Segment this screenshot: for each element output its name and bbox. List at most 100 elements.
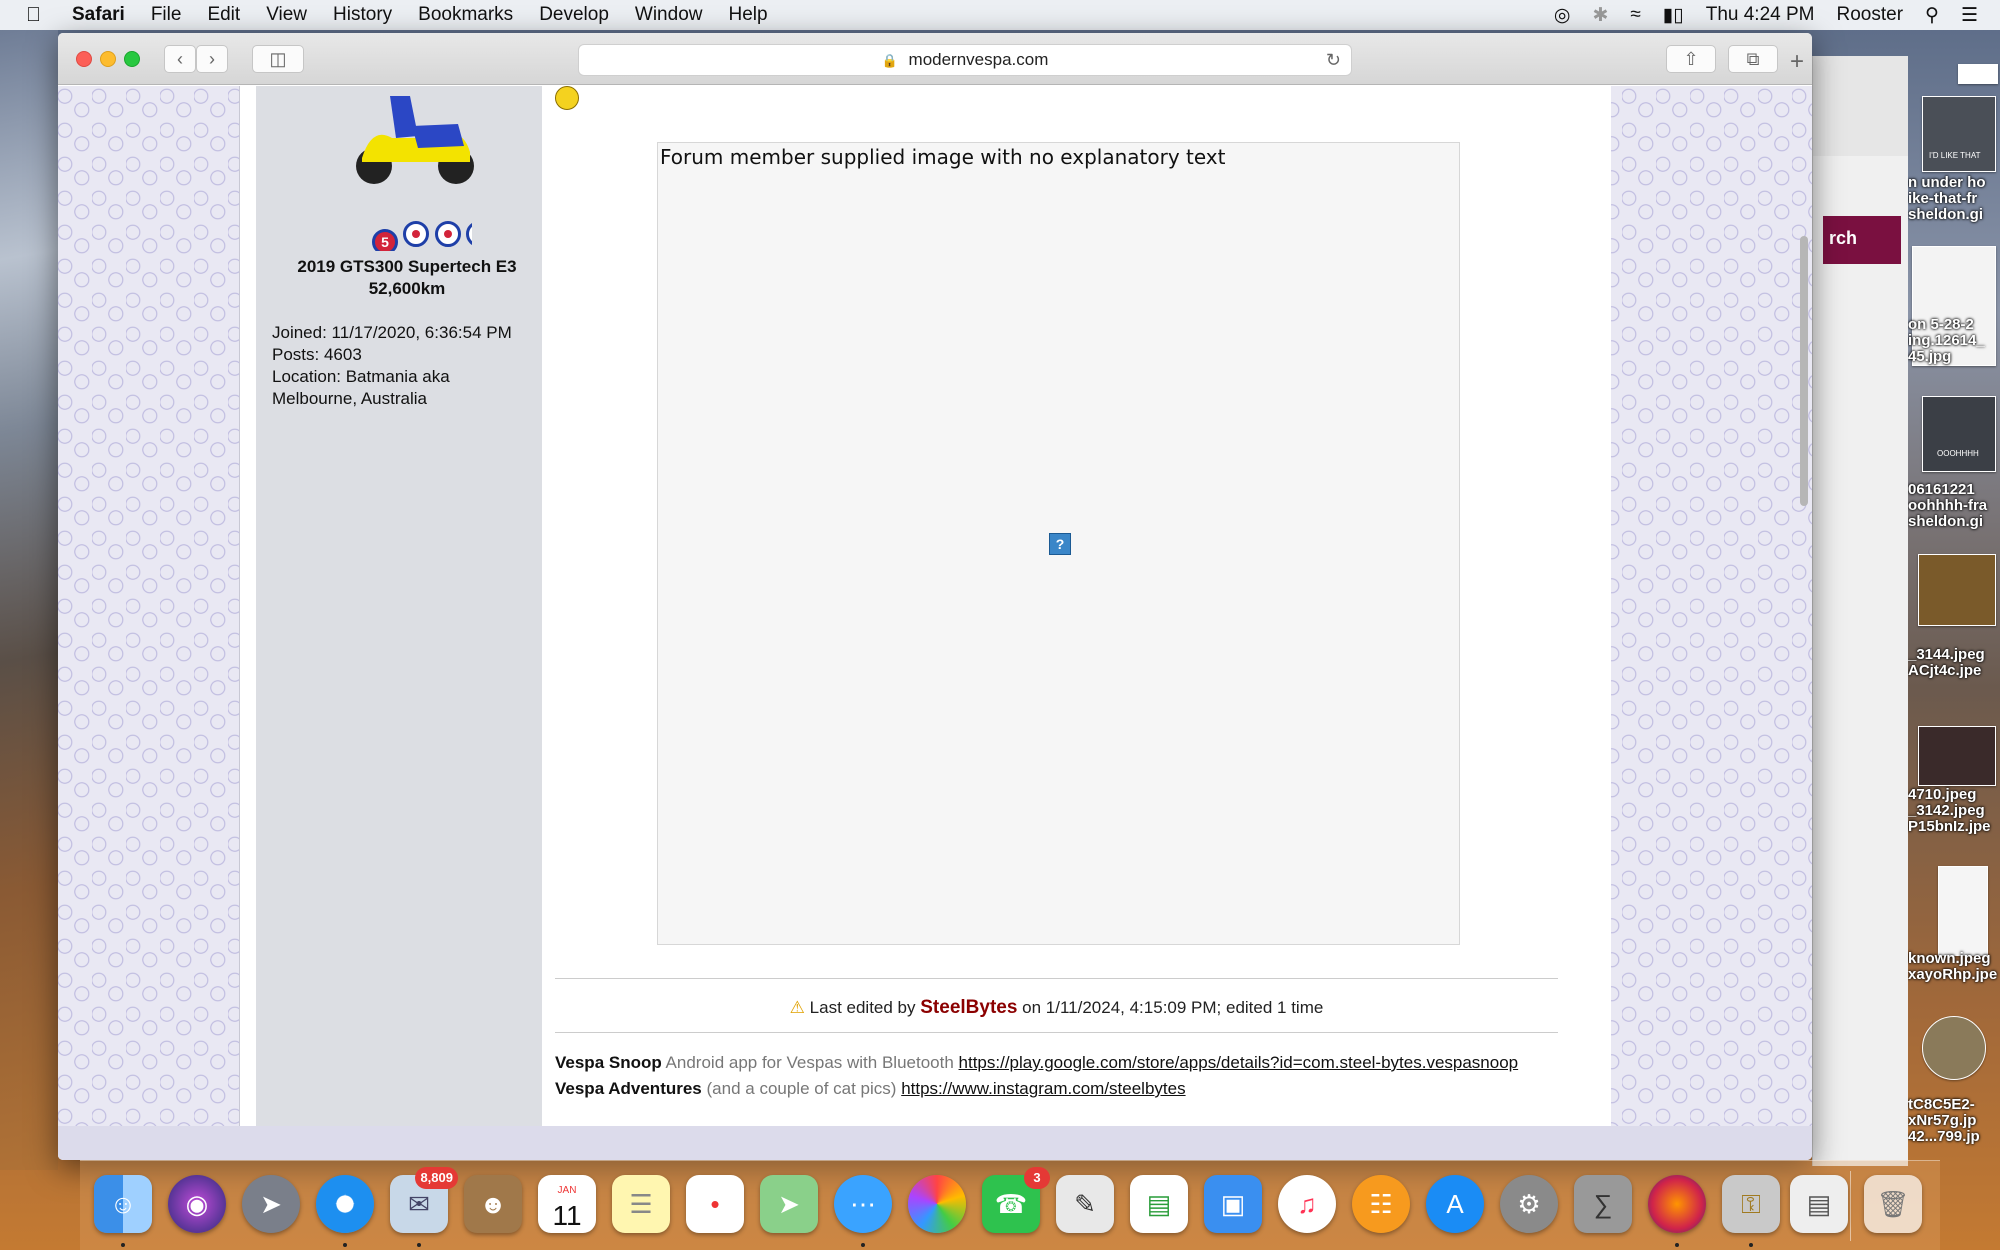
mail-icon[interactable]: ✉ 8,809 (390, 1167, 458, 1233)
reload-icon[interactable]: ↻ (1326, 45, 1341, 75)
share-button[interactable]: ⇧ (1666, 45, 1716, 73)
page-footer-band (58, 1126, 1812, 1160)
contacts-icon[interactable]: ☻ (464, 1175, 522, 1233)
reminders-icon[interactable]: • (686, 1175, 744, 1233)
calendar-icon[interactable]: JAN 11 (538, 1175, 596, 1233)
post-count: Posts: 4603 (272, 345, 362, 364)
address-bar[interactable]: 🔒 modernvespa.com ↻ (578, 44, 1352, 76)
file-label[interactable]: 06161221 (1908, 481, 1975, 498)
forward-button[interactable]: › (196, 45, 228, 73)
battery-icon[interactable]: ▮▯ (1663, 4, 1684, 27)
apple-menu-icon[interactable]:  (26, 4, 50, 27)
creative-cloud-icon[interactable]: ◎ (1554, 4, 1571, 27)
recent-document-icon[interactable]: ▤ (1790, 1175, 1848, 1233)
menu-app-name[interactable]: Safari (72, 4, 125, 26)
running-indicator (121, 1243, 125, 1247)
page-viewport[interactable]: 5 2019 GTS300 Supertech E3 52,600km Join… (58, 86, 1812, 1160)
menu-develop[interactable]: Develop (539, 4, 609, 26)
keynote-icon[interactable]: ▣ (1204, 1175, 1262, 1233)
file-label[interactable]: sheldon.gi (1908, 513, 1983, 530)
background-search-button[interactable]: rch (1823, 216, 1901, 264)
file-label[interactable]: _3144.jpeg (1908, 646, 1985, 663)
sidebar-toggle-button[interactable]: ◫ (252, 45, 304, 73)
file-thumbnail[interactable] (1922, 1016, 1986, 1080)
tabs-overview-button[interactable]: ⧉ (1728, 45, 1778, 73)
vertical-scrollbar[interactable] (1800, 236, 1808, 506)
poster-sidebar: 5 2019 GTS300 Supertech E3 52,600km Join… (240, 86, 542, 1160)
menu-bookmarks[interactable]: Bookmarks (418, 4, 513, 26)
wifi-icon[interactable]: ≈ (1630, 4, 1640, 26)
file-thumbnail[interactable] (1918, 554, 1996, 626)
file-label[interactable]: _3142.jpeg (1908, 802, 1985, 819)
keychain-access-icon[interactable]: ⚿ (1722, 1175, 1780, 1233)
file-thumbnail[interactable] (1938, 866, 1988, 956)
menu-clock[interactable]: Thu 4:24 PM (1706, 4, 1815, 26)
numbers-icon[interactable]: ▤ (1130, 1175, 1188, 1233)
menu-file[interactable]: File (151, 4, 182, 26)
file-thumbnail[interactable]: I'D LIKE THAT (1922, 96, 1996, 172)
file-label[interactable]: n under ho (1908, 174, 1986, 191)
broken-image[interactable]: Forum member supplied image with no expl… (657, 142, 1460, 945)
app-store-icon[interactable]: A (1426, 1175, 1484, 1233)
calculator-icon[interactable]: ∑ (1574, 1175, 1632, 1233)
messages-icon[interactable]: ⋯ (834, 1175, 892, 1233)
zoom-window-button[interactable] (124, 51, 140, 67)
emoji-icon (555, 86, 579, 110)
edited-suffix: on 1/11/2024, 4:15:09 PM; edited 1 time (1022, 998, 1324, 1017)
launchpad-icon[interactable]: ➤ (242, 1175, 300, 1233)
itunes-icon[interactable]: ♫ (1278, 1175, 1336, 1233)
scooter-avatar[interactable] (352, 86, 478, 190)
system-preferences-icon[interactable]: ⚙ (1500, 1175, 1558, 1233)
safari-icon[interactable]: ✦ (316, 1175, 374, 1233)
file-thumbnail[interactable] (1918, 726, 1996, 786)
file-label[interactable]: tC8C5E2- (1908, 1096, 1975, 1113)
file-label[interactable]: sheldon.gi (1908, 206, 1983, 223)
menu-window[interactable]: Window (635, 4, 703, 26)
file-label[interactable]: ike-that-fr (1908, 190, 1977, 207)
maps-icon[interactable]: ➤ (760, 1175, 818, 1233)
pages-icon[interactable]: ✎ (1056, 1175, 1114, 1233)
dock-separator (1850, 1171, 1851, 1241)
new-tab-button[interactable]: + (1782, 49, 1812, 79)
notes-icon[interactable]: ☰ (612, 1175, 670, 1233)
file-label[interactable]: xNr57g.jp (1908, 1112, 1976, 1129)
notification-center-icon[interactable]: ☰ (1961, 4, 1978, 27)
facetime-icon[interactable]: ☎ 3 (982, 1167, 1050, 1233)
trash-icon[interactable]: 🗑 (1864, 1175, 1922, 1233)
minimize-window-button[interactable] (100, 51, 116, 67)
file-label[interactable]: xayoRhp.jpe (1908, 966, 1997, 983)
rank-badge (403, 221, 430, 247)
menu-history[interactable]: History (333, 4, 392, 26)
background-window[interactable]: rch (1812, 56, 1908, 1166)
close-window-button[interactable] (76, 51, 92, 67)
menu-edit[interactable]: Edit (207, 4, 240, 26)
file-label[interactable]: 4710.jpeg (1908, 786, 1976, 803)
spotlight-search-icon[interactable]: ⚲ (1925, 4, 1939, 27)
file-label[interactable]: on 5-28-2 (1908, 316, 1974, 333)
edited-by-user-link[interactable]: SteelBytes (920, 997, 1017, 1018)
file-thumbnail[interactable] (1958, 64, 1998, 84)
menu-user[interactable]: Rooster (1837, 4, 1904, 26)
file-label[interactable]: 45.jpg (1908, 348, 1951, 365)
books-icon[interactable]: ☷ (1352, 1175, 1410, 1233)
missing-image-icon: ? (1049, 533, 1071, 555)
photos-icon[interactable] (908, 1175, 966, 1233)
back-button[interactable]: ‹ (164, 45, 196, 73)
location-line2: Melbourne, Australia (272, 389, 427, 408)
signature-link-playstore[interactable]: https://play.google.com/store/apps/detai… (959, 1053, 1519, 1072)
menu-view[interactable]: View (266, 4, 307, 26)
file-label[interactable]: known.jpeg (1908, 950, 1991, 967)
file-thumbnail[interactable]: OOOHHHH (1922, 396, 1996, 472)
firefox-icon[interactable] (1648, 1175, 1706, 1233)
finder-icon[interactable]: ☺ (94, 1175, 152, 1233)
file-label[interactable]: ACjt4c.jpe (1908, 662, 1981, 679)
warning-icon: ⚠ (789, 998, 805, 1017)
bluetooth-icon[interactable]: ✱ (1592, 4, 1608, 27)
signature-link-instagram[interactable]: https://www.instagram.com/steelbytes (901, 1079, 1185, 1098)
file-label[interactable]: 42...799.jp (1908, 1128, 1980, 1145)
menu-help[interactable]: Help (728, 4, 767, 26)
file-label[interactable]: ing.12614_ (1908, 332, 1985, 349)
siri-icon[interactable]: ◉ (168, 1175, 226, 1233)
file-label[interactable]: oohhhh-fra (1908, 497, 1987, 514)
file-label[interactable]: P15bnIz.jpe (1908, 818, 1991, 835)
